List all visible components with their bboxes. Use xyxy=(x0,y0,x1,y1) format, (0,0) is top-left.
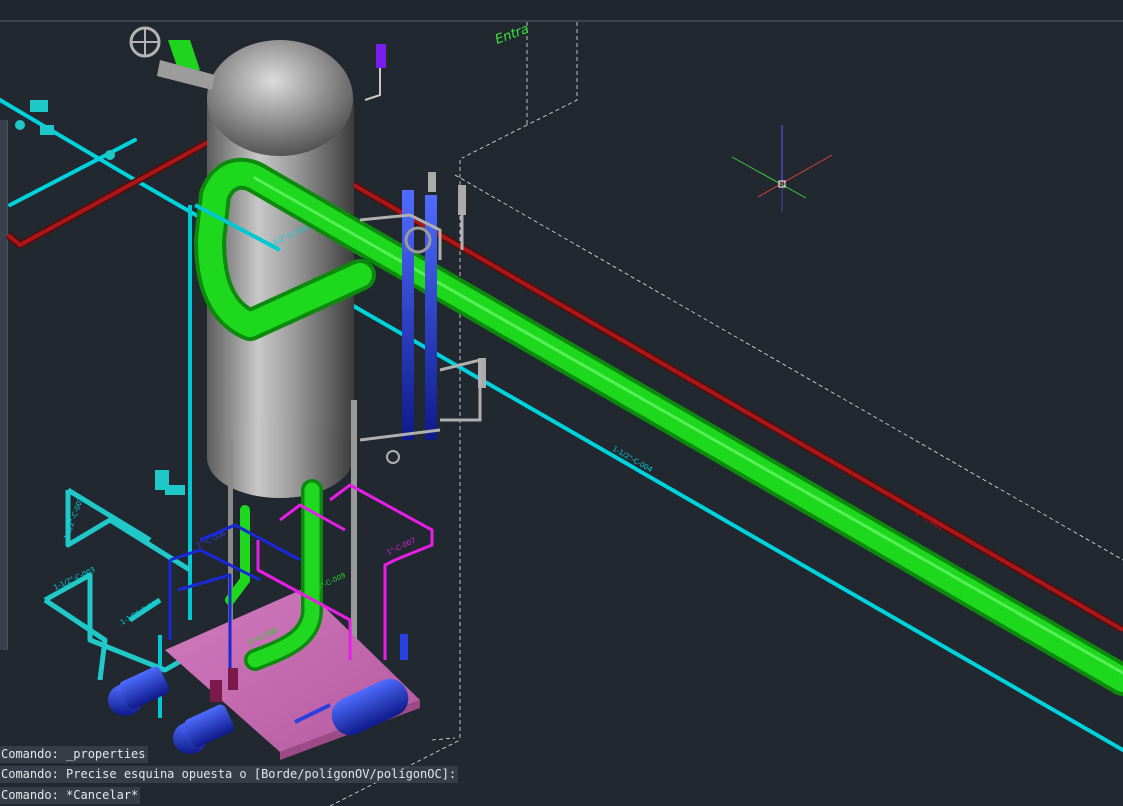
drawing-tab-bar xyxy=(0,0,1123,22)
command-line-1: Comando: _properties xyxy=(0,746,148,763)
command-history: Comando: _properties Comando: Precise es… xyxy=(0,746,600,806)
command-line-2: Comando: Precise esquina opuesta o [Bord… xyxy=(0,766,459,783)
purple-instrument-icon[interactable] xyxy=(376,44,386,68)
model-space-viewport[interactable]: Entra 1-1/2"-C-004 1-1/2"-C-010 1-1/2"-C… xyxy=(0,22,1123,806)
crosshair-cursor-icon xyxy=(731,125,833,212)
top-nozzle-valve[interactable] xyxy=(129,26,215,90)
tag-pump-line: 1-1/2"-C-005 xyxy=(119,597,162,626)
view-label-text: Entra xyxy=(493,22,531,48)
tag-blue-line: 1"-C-006 xyxy=(195,529,227,550)
drain-valve-icon[interactable] xyxy=(386,450,400,464)
command-line-3: Comando: *Cancelar* xyxy=(0,787,141,804)
red-main-pipe[interactable] xyxy=(5,118,1123,634)
dashed-boundary-lines xyxy=(329,22,1123,806)
